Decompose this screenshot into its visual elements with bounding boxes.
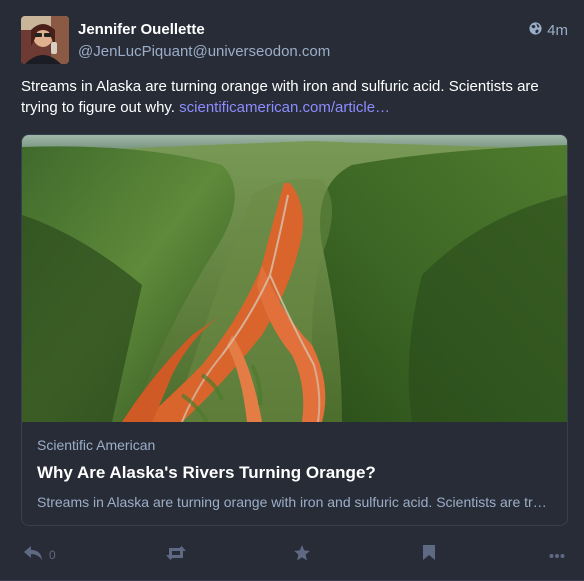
reply-button[interactable]: 0: [23, 540, 56, 570]
card-image[interactable]: [22, 135, 567, 422]
card-title[interactable]: Why Are Alaska's Rivers Turning Orange?: [37, 463, 376, 483]
reply-icon: [23, 545, 43, 566]
reply-count: 0: [49, 548, 56, 562]
status-meta[interactable]: 4m: [529, 22, 568, 39]
more-button[interactable]: [549, 540, 565, 570]
card-provider: Scientific American: [37, 437, 156, 453]
author-handle[interactable]: @JenLucPiquant@universeodon.com: [78, 43, 330, 60]
boost-button[interactable]: [165, 540, 187, 570]
star-icon: [293, 544, 311, 567]
boost-icon: [165, 545, 187, 566]
bookmark-icon: [422, 544, 436, 566]
status-action-bar: 0: [0, 540, 584, 570]
link-preview-card[interactable]: Scientific American Why Are Alaska's Riv…: [21, 134, 568, 526]
relative-time[interactable]: 4m: [547, 22, 568, 39]
globe-icon: [529, 22, 542, 39]
card-description: Streams in Alaska are turning orange wit…: [37, 494, 553, 510]
more-icon: [549, 546, 565, 564]
bookmark-button[interactable]: [422, 540, 436, 570]
status-post[interactable]: Jennifer Ouellette @JenLucPiquant@univer…: [0, 0, 584, 581]
status-content-link[interactable]: scientificamerican.com/article…: [179, 99, 390, 116]
status-content: Streams in Alaska are turning orange wit…: [21, 76, 566, 118]
favourite-button[interactable]: [293, 540, 311, 570]
author-display-name[interactable]: Jennifer Ouellette: [78, 21, 205, 38]
avatar[interactable]: [21, 16, 69, 64]
